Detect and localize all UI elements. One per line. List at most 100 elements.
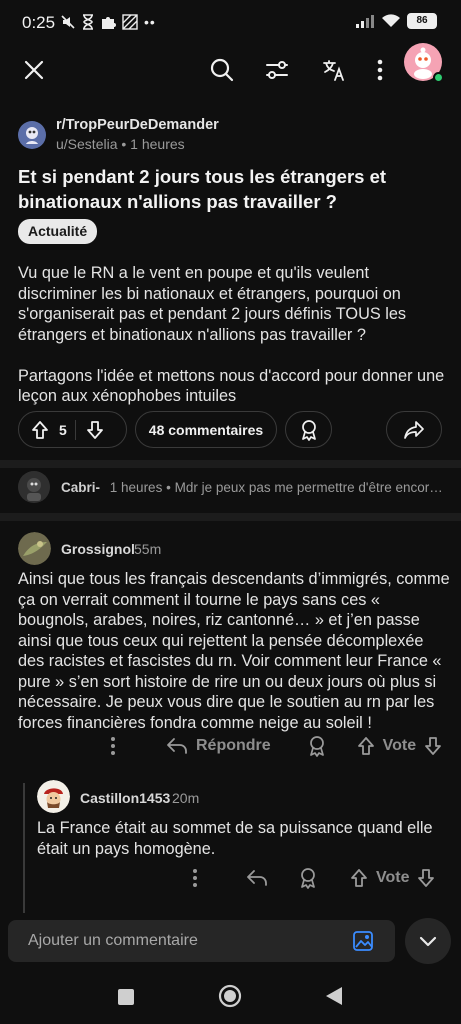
mute-icon bbox=[60, 14, 76, 30]
puzzle-icon bbox=[100, 14, 116, 30]
upvote-button[interactable] bbox=[357, 736, 375, 756]
comments-button[interactable]: 48 commentaires bbox=[135, 411, 277, 448]
meta-separator: • bbox=[121, 136, 131, 152]
comment-author[interactable]: Castillon1453 bbox=[80, 790, 170, 806]
status-notification-icons: •• bbox=[60, 14, 156, 30]
back-button[interactable] bbox=[325, 986, 343, 1006]
avatar[interactable] bbox=[18, 471, 50, 503]
square-icon bbox=[118, 989, 134, 1005]
more-vertical-icon bbox=[377, 59, 383, 81]
reply-button[interactable]: Répondre bbox=[166, 737, 271, 755]
arrow-up-icon bbox=[357, 737, 374, 755]
sort-filter-button[interactable] bbox=[261, 54, 293, 86]
award-icon bbox=[301, 419, 316, 441]
comment-actions: Vote bbox=[192, 867, 435, 889]
back-triangle-icon bbox=[326, 987, 342, 1005]
avatar[interactable] bbox=[37, 780, 70, 813]
divider bbox=[74, 419, 76, 440]
reply-button[interactable] bbox=[246, 869, 268, 887]
recents-button[interactable] bbox=[117, 988, 135, 1006]
comment-composer[interactable]: Ajouter un commentaire bbox=[8, 920, 395, 962]
comment-time: 55m bbox=[134, 541, 162, 557]
award-icon bbox=[309, 736, 324, 757]
status-time: 0:25 bbox=[22, 13, 56, 32]
stripes-icon bbox=[122, 14, 138, 30]
upvote-button[interactable] bbox=[19, 420, 55, 440]
section-divider bbox=[0, 460, 461, 468]
comment-body: La France était au sommet de sa puissanc… bbox=[37, 819, 433, 858]
downvote-button[interactable] bbox=[417, 868, 435, 888]
downvote-button[interactable] bbox=[80, 420, 112, 440]
more-vertical-icon bbox=[111, 737, 115, 755]
translate-icon bbox=[322, 59, 346, 81]
top-app-bar bbox=[0, 43, 461, 96]
status-bar: 0:25 •• 86 bbox=[0, 0, 461, 46]
upvote-button[interactable] bbox=[350, 868, 368, 888]
post-author[interactable]: u/Sestelia bbox=[56, 136, 117, 152]
post-title: Et si pendant 2 jours tous les étrangers… bbox=[18, 166, 387, 212]
subreddit-name[interactable]: r/TropPeurDeDemander bbox=[56, 117, 219, 133]
top-comment-preview[interactable]: Cabri- 1 heures • Mdr je peux pas me per… bbox=[61, 480, 446, 495]
add-image-button[interactable] bbox=[352, 930, 374, 952]
subreddit-avatar[interactable] bbox=[18, 121, 46, 149]
comment-input-placeholder: Ajouter un commentaire bbox=[28, 932, 198, 949]
translate-button[interactable] bbox=[318, 54, 350, 86]
search-icon bbox=[210, 58, 234, 82]
image-icon bbox=[353, 931, 373, 951]
share-button[interactable] bbox=[386, 411, 442, 448]
chevron-down-icon bbox=[419, 936, 437, 947]
avatar[interactable] bbox=[18, 532, 51, 565]
search-button[interactable] bbox=[206, 54, 238, 86]
profile-avatar-button[interactable] bbox=[403, 42, 445, 84]
share-icon bbox=[404, 420, 424, 439]
meta-separator: • bbox=[166, 480, 175, 495]
award-icon bbox=[301, 868, 315, 889]
post-body: Vu que le RN a le vent en poupe et qu'il… bbox=[18, 263, 448, 407]
comment-body: Ainsi que tous les français descendants … bbox=[18, 570, 450, 732]
vote-count: 5 bbox=[59, 421, 67, 438]
reply-icon bbox=[247, 870, 267, 886]
arrow-up-icon bbox=[351, 869, 367, 887]
vote-label: Vote bbox=[376, 869, 410, 886]
award-button[interactable] bbox=[307, 735, 327, 757]
system-nav-bar bbox=[0, 972, 461, 1024]
battery-indicator: 86 bbox=[407, 13, 437, 29]
post-vote-group: 5 bbox=[18, 411, 127, 448]
close-icon bbox=[23, 59, 45, 81]
thread-line bbox=[23, 783, 25, 913]
comment-time: 20m bbox=[172, 790, 200, 806]
vote-label: Vote bbox=[382, 737, 417, 754]
more-vertical-icon bbox=[193, 869, 197, 887]
award-button[interactable] bbox=[298, 867, 318, 889]
reply-label: Répondre bbox=[196, 737, 271, 754]
arrow-down-icon bbox=[418, 869, 435, 887]
preview-author: Cabri- bbox=[61, 480, 101, 495]
sliders-icon bbox=[265, 59, 289, 81]
downvote-button[interactable] bbox=[424, 736, 442, 756]
reply-icon bbox=[167, 738, 187, 754]
expand-button[interactable] bbox=[405, 918, 451, 964]
signal-icon bbox=[355, 13, 375, 29]
section-divider bbox=[0, 513, 461, 521]
post-meta: u/Sestelia • 1 heures bbox=[56, 136, 185, 152]
post-time: 1 heures bbox=[130, 136, 185, 152]
comment-overflow-button[interactable] bbox=[110, 736, 130, 756]
hourglass-icon bbox=[82, 14, 94, 30]
arrow-up-icon bbox=[32, 420, 48, 439]
home-circle-icon bbox=[218, 984, 242, 1008]
comment-overflow-button[interactable] bbox=[192, 868, 212, 888]
post-flair[interactable]: Actualité bbox=[18, 219, 98, 244]
preview-time: 1 heures bbox=[109, 480, 163, 495]
online-status-dot bbox=[433, 72, 444, 83]
post-body-paragraph: Vu que le RN a le vent en poupe et qu'il… bbox=[18, 264, 407, 344]
award-button[interactable] bbox=[285, 411, 332, 448]
preview-snippet: Mdr je peux pas me permettre d'être enco… bbox=[174, 480, 443, 495]
arrow-down-icon bbox=[425, 737, 442, 755]
arrow-down-icon bbox=[86, 420, 103, 439]
home-button[interactable] bbox=[218, 984, 242, 1008]
close-button[interactable] bbox=[18, 54, 50, 86]
wifi-icon bbox=[381, 13, 401, 29]
comment-author[interactable]: Grossignol bbox=[61, 541, 135, 557]
overflow-menu-button[interactable] bbox=[368, 54, 392, 86]
comment-actions: Répondre Vote bbox=[110, 735, 442, 757]
